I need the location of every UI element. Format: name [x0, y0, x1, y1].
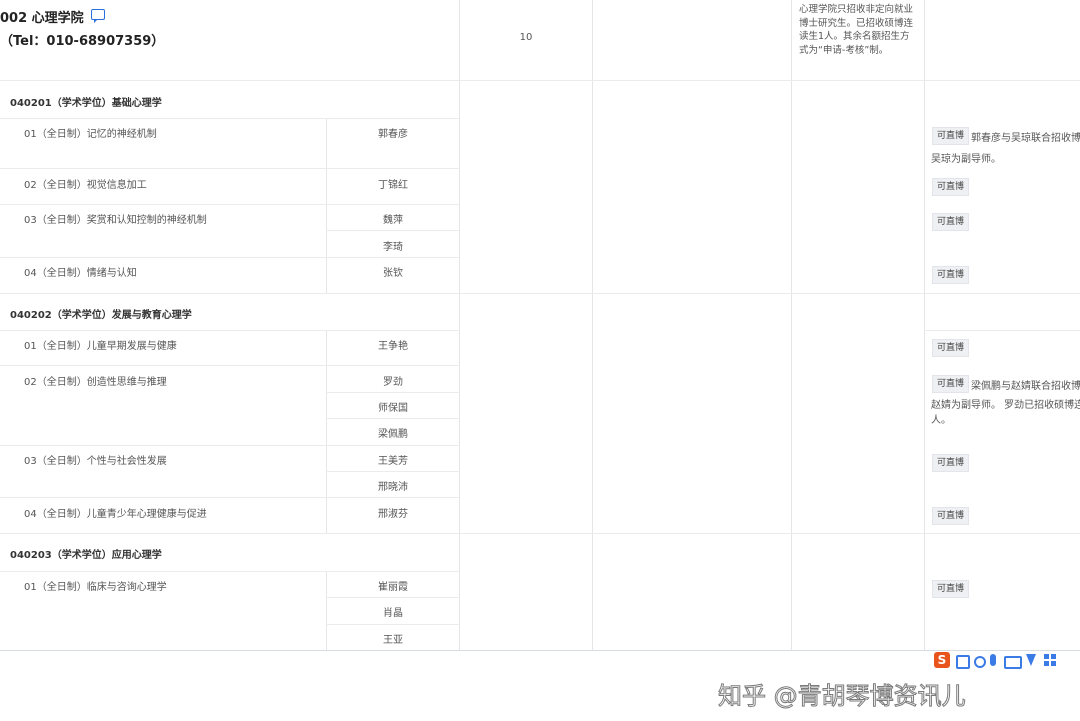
department-remark: 心理学院只招收非定向就业 博士研究生。已招收硕博连 读生1人。其余名额招生方 式… [799, 3, 913, 57]
ime-logo-icon[interactable]: S [934, 652, 950, 668]
supervisor-name: 罗劲 [383, 377, 403, 388]
col-divider [791, 0, 792, 650]
row-divider [0, 365, 459, 366]
row-divider [924, 330, 1080, 331]
chinese-mode-icon[interactable] [956, 655, 970, 669]
direct-phd-tag: 可直博 [932, 127, 970, 145]
row-divider [0, 118, 459, 119]
toolbox-icon-part [1051, 654, 1056, 659]
direct-phd-tag: 可直博 [932, 213, 970, 231]
row-divider [326, 624, 459, 625]
supervisor-name: 崔丽霞 [378, 582, 408, 593]
col-divider [459, 0, 460, 650]
direct-phd-tag: 可直博 [932, 507, 970, 525]
department-tel: （Tel：010-68907359） [0, 34, 165, 49]
remark-line: 博士研究生。已招收硕博连 [799, 17, 914, 29]
remark-line: 读生1人。其余名额招生方 [799, 31, 910, 42]
major-title: 040201（学术学位）基础心理学 [10, 98, 162, 109]
supervisor-name: 邢淑芬 [378, 509, 408, 520]
major-title: 040202（学术学位）发展与教育心理学 [10, 310, 192, 321]
row-divider [0, 571, 459, 572]
supervisor-name: 师保国 [378, 403, 408, 414]
direction-name: 04（全日制）情绪与认知 [24, 268, 137, 279]
row-divider [326, 597, 459, 598]
col-divider [592, 0, 593, 650]
row-divider [326, 471, 459, 472]
row-divider [0, 257, 459, 258]
row-divider [0, 293, 1080, 294]
supervisor-name: 李琦 [383, 242, 403, 253]
direction-note: 吴琼为副导师。 [931, 154, 1001, 165]
toolbox-icon[interactable] [1044, 654, 1049, 659]
direction-note: 梁佩鹏与赵婧联合招收博 [971, 381, 1080, 392]
supervisor-name: 王亚 [383, 635, 403, 646]
supervisor-name: 魏萍 [383, 215, 403, 226]
row-divider [0, 533, 1080, 534]
supervisor-name: 邢晓沛 [378, 482, 408, 493]
direction-note: 人。 [931, 415, 951, 426]
direct-phd-tag: 可直博 [932, 339, 970, 357]
remark-line: 式为“申请-考核”制。 [799, 44, 889, 56]
row-divider [326, 230, 459, 231]
direction-name: 03（全日制）个性与社会性发展 [24, 456, 167, 467]
supervisor-name: 梁佩鹏 [378, 429, 408, 440]
skin-icon[interactable] [1026, 654, 1036, 666]
direction-name: 04（全日制）儿童青少年心理健康与促进 [24, 509, 207, 520]
supervisor-name: 丁锦红 [378, 180, 408, 191]
row-divider [326, 418, 459, 419]
supervisor-name: 郭春彦 [378, 129, 408, 140]
punctuation-icon[interactable] [974, 656, 986, 668]
direction-note: 赵婧为副导师。 罗劲已招收硕博连 [931, 400, 1080, 411]
direct-phd-tag: 可直博 [932, 375, 970, 393]
table-bottom-border [0, 650, 1080, 651]
department-title: 002 心理学院 [0, 11, 84, 26]
row-divider [0, 204, 459, 205]
row-divider [0, 445, 459, 446]
row-divider [0, 80, 1080, 81]
supervisor-name: 张钦 [383, 268, 403, 279]
toolbox-icon-part [1044, 661, 1049, 666]
direct-phd-tag: 可直博 [932, 266, 970, 284]
direction-note: 郭春彦与吴琼联合招收博 [971, 133, 1080, 144]
ime-toolbar[interactable]: S [934, 652, 1064, 670]
keyboard-icon[interactable] [1004, 656, 1022, 669]
direction-name: 01（全日制）临床与咨询心理学 [24, 582, 167, 593]
row-divider [0, 168, 459, 169]
direction-name: 02（全日制）创造性思维与推理 [24, 377, 167, 388]
supervisor-name: 王美芳 [378, 456, 408, 467]
direct-phd-tag: 可直博 [932, 178, 970, 196]
direction-name: 01（全日制）记忆的神经机制 [24, 129, 157, 140]
row-divider [326, 392, 459, 393]
col-divider [924, 0, 925, 650]
enrollment-count: 10 [519, 32, 533, 43]
supervisor-name: 肖晶 [383, 608, 403, 619]
direct-phd-tag: 可直博 [932, 454, 970, 472]
direction-name: 03（全日制）奖赏和认知控制的神经机制 [24, 215, 207, 226]
major-title: 040203（学术学位）应用心理学 [10, 550, 162, 561]
toolbox-icon-part [1051, 661, 1056, 666]
supervisor-name: 王争艳 [378, 341, 408, 352]
direct-phd-tag: 可直博 [932, 580, 970, 598]
microphone-icon[interactable] [990, 654, 996, 666]
row-divider [0, 497, 459, 498]
row-divider [0, 330, 459, 331]
direction-name: 02（全日制）视觉信息加工 [24, 180, 147, 191]
comment-icon[interactable] [91, 9, 105, 23]
watermark: 知乎 @青胡琴博资讯儿 [718, 682, 967, 711]
remark-line: 心理学院只招收非定向就业 [799, 4, 914, 15]
direction-name: 01（全日制）儿童早期发展与健康 [24, 341, 177, 352]
